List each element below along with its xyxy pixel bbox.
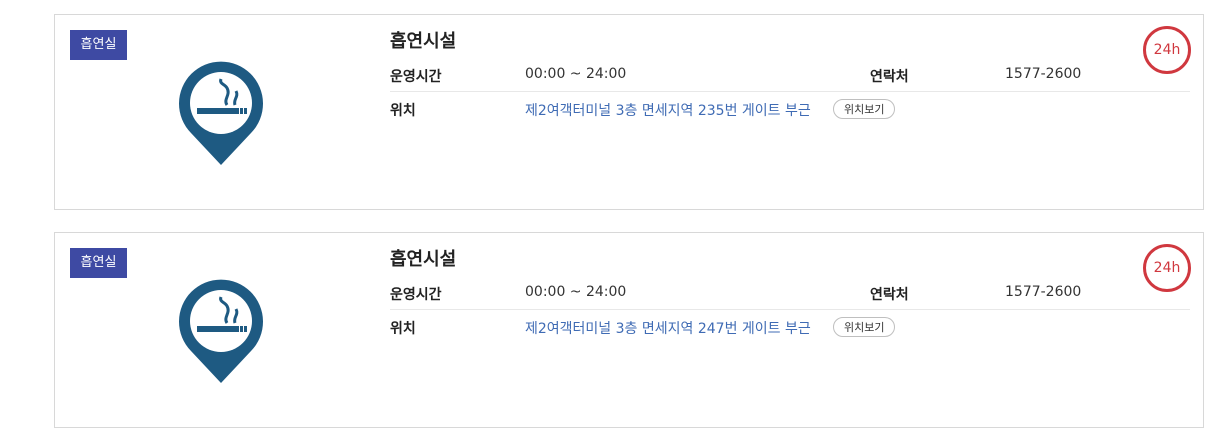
facility-title: 흡연시설 (390, 31, 457, 52)
contact-value: 1577-2600 (1005, 66, 1082, 82)
category-badge: 흡연실 (70, 30, 127, 60)
view-location-button[interactable]: 위치보기 (833, 99, 896, 119)
contact-value: 1577-2600 (1005, 284, 1082, 300)
info-row-location: 위치 제2여객터미널 3층 면세지역 235번 게이트 부근 위치보기 (390, 95, 1190, 125)
location-value: 제2여객터미널 3층 면세지역 235번 게이트 부근 (525, 103, 811, 119)
hours-24h-badge: 24h (1143, 244, 1191, 292)
location-label: 위치 (390, 321, 416, 337)
hours-label: 운영시간 (390, 69, 442, 85)
hours-24h-badge: 24h (1143, 26, 1191, 74)
category-badge: 흡연실 (70, 248, 127, 278)
info-row-hours: 운영시간 00:00 ~ 24:00 연락처 1577-2600 (390, 279, 1190, 310)
facility-title: 흡연시설 (390, 249, 457, 270)
contact-label: 연락처 (870, 69, 909, 85)
facility-card: 흡연실 흡연시설 운영시간 00:00 ~ 24:00 연락처 1577-260… (54, 14, 1204, 210)
smoking-area-pin-icon (179, 279, 263, 383)
location-label: 위치 (390, 103, 416, 119)
contact-label: 연락처 (870, 287, 909, 303)
smoking-area-pin-icon (179, 61, 263, 165)
location-value: 제2여객터미널 3층 면세지역 247번 게이트 부근 (525, 321, 811, 337)
hours-label: 운영시간 (390, 287, 442, 303)
info-row-location: 위치 제2여객터미널 3층 면세지역 247번 게이트 부근 위치보기 (390, 313, 1190, 343)
facility-card: 흡연실 흡연시설 운영시간 00:00 ~ 24:00 연락처 1577-260… (54, 232, 1204, 428)
info-row-hours: 운영시간 00:00 ~ 24:00 연락처 1577-2600 (390, 61, 1190, 92)
hours-value: 00:00 ~ 24:00 (525, 66, 627, 82)
view-location-button[interactable]: 위치보기 (833, 317, 896, 337)
hours-value: 00:00 ~ 24:00 (525, 284, 627, 300)
